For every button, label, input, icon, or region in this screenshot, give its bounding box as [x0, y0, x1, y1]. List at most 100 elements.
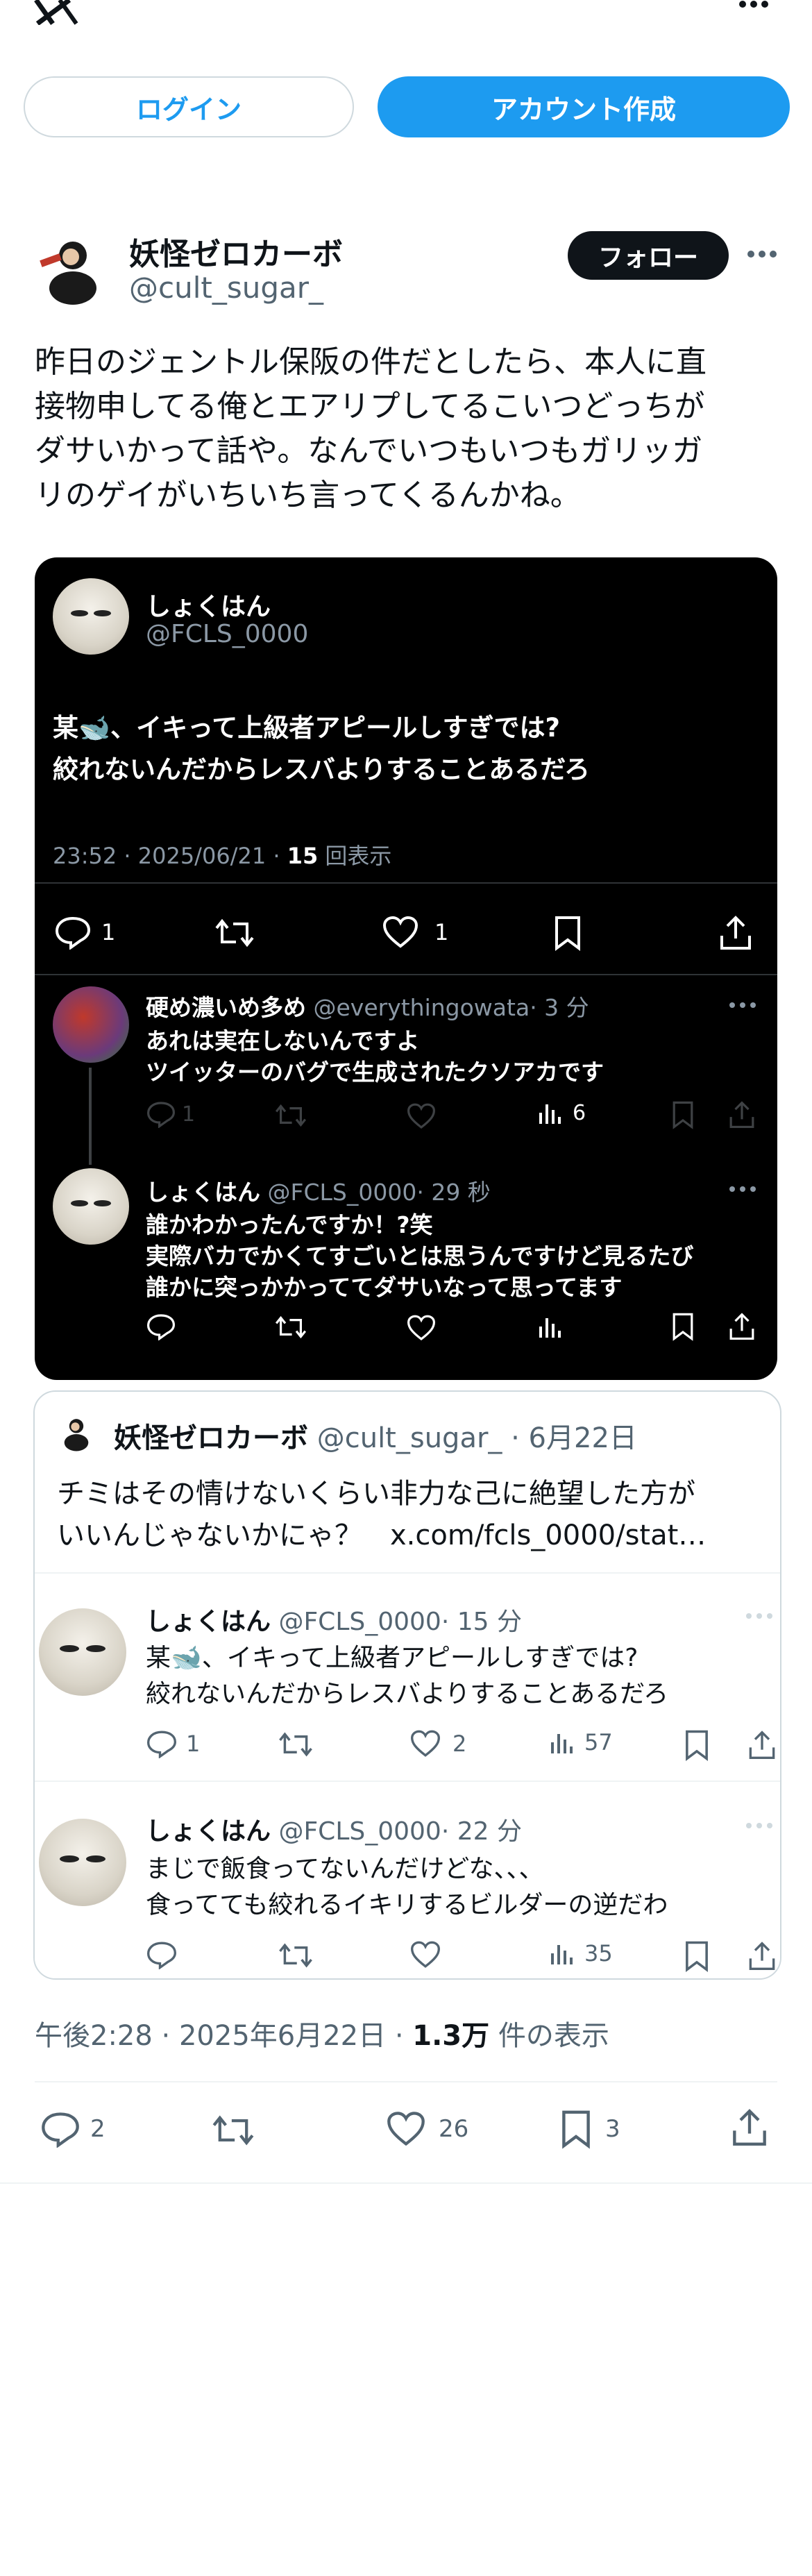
quote-handle: @cult_sugar_ — [316, 1422, 502, 1454]
reply-text-line: あれは実在しないんですよ — [146, 1027, 420, 1054]
more-icon — [745, 1613, 773, 1619]
reply-text-line: 誰かわかったんですか！?笑 — [146, 1211, 433, 1238]
author-handle[interactable]: @cult_sugar_ — [129, 271, 323, 305]
divider — [35, 882, 777, 884]
divider — [35, 974, 777, 975]
login-button[interactable]: ログイン — [24, 76, 354, 137]
views-label: 件の表示 — [489, 2020, 609, 2052]
more-icon — [729, 1186, 756, 1193]
tweet-meta-date: 23:52 · 2025/06/21 · — [53, 843, 287, 869]
heart-icon — [410, 1730, 441, 1757]
like-count: 26 — [439, 2115, 469, 2143]
reply-time: · 3 分 — [530, 994, 589, 1021]
heart-icon — [387, 2112, 425, 2146]
reply-text-line: まじで飯食ってないんだけどな、、、 — [146, 1855, 544, 1883]
author-avatar[interactable] — [35, 229, 111, 305]
bookmark-icon — [672, 1100, 694, 1129]
bookmark-button[interactable]: 3 — [561, 2109, 620, 2149]
reply-action: 1 — [146, 1100, 195, 1128]
reply-name: しょくはん — [146, 1608, 271, 1636]
share-button[interactable] — [731, 2107, 768, 2148]
retweet-icon — [274, 1314, 307, 1340]
views-action: 6 — [538, 1100, 586, 1125]
reply-name: しょくはん — [146, 1817, 271, 1846]
like-action: 1 — [382, 915, 448, 950]
timestamp-text: 午後2:28 · 2025年6月22日 · — [35, 2020, 413, 2052]
reply-icon — [146, 1102, 176, 1128]
reply-count: 2 — [90, 2115, 105, 2143]
more-icon[interactable] — [737, 0, 770, 11]
share-icon — [748, 1729, 776, 1761]
quote-name: 妖怪ゼロカーボ — [114, 1422, 308, 1454]
signup-button[interactable]: アカウント作成 — [378, 76, 790, 137]
reply-count: 1 — [186, 1731, 201, 1757]
like-count: 1 — [434, 919, 449, 945]
reply-text-line: 誰かに突っかかっててダサいなって思ってます — [146, 1274, 623, 1301]
author-name[interactable]: 妖怪ゼロカーボ — [129, 229, 343, 273]
avatar — [57, 1413, 96, 1451]
more-icon — [745, 1822, 773, 1829]
views-icon — [551, 1945, 573, 1964]
tweet-text-line: 絞れないんだからレスバよりすることあるだろ — [53, 755, 591, 784]
follow-button[interactable]: フォロー — [568, 231, 729, 280]
like-action: 2 — [409, 1729, 466, 1758]
retweet-icon — [278, 1731, 314, 1758]
avatar — [53, 986, 129, 1063]
x-logo-icon[interactable] — [32, 0, 81, 25]
reply-button[interactable]: 2 — [40, 2110, 105, 2148]
bookmark-icon — [684, 1940, 709, 1972]
post-timestamp[interactable]: 午後2:28 · 2025年6月22日 · 1.3万 件の表示 — [35, 2013, 609, 2053]
share-icon — [729, 1100, 755, 1129]
reply-handle: @FCLS_0000 — [278, 1817, 441, 1846]
reply-time: · 22 分 — [441, 1817, 522, 1846]
bookmark-icon — [562, 2110, 590, 2149]
views-count: 35 — [584, 1940, 613, 1967]
retweet-icon — [278, 1942, 314, 1969]
heart-icon — [406, 1314, 437, 1342]
reply-action: 1 — [54, 915, 115, 950]
avatar — [39, 1819, 126, 1906]
tweet-meta: 23:52 · 2025/06/21 · 15 回表示 — [53, 839, 391, 870]
views-count: 6 — [573, 1100, 586, 1125]
quote-date: · 6月22日 — [511, 1422, 637, 1454]
reply-time: · 29 秒 — [416, 1179, 491, 1206]
screenshot-image[interactable]: しょくはん @FCLS_0000 某🐋、イキって上級者アピールしすぎでは? 絞れ… — [35, 557, 777, 1380]
like-count: 2 — [452, 1731, 467, 1757]
views-icon — [551, 1734, 573, 1753]
bookmark-icon — [672, 1312, 694, 1341]
post-text-line: 昨日のジェントル保阪の件だとしたら、本人に直 — [35, 344, 707, 380]
quote-text-line: チミはその情けないくらい非力な己に絶望した方が — [57, 1478, 695, 1510]
post-more-icon[interactable] — [745, 249, 779, 260]
tweet-meta-suffix: 回表示 — [318, 843, 392, 869]
views-action: 57 — [550, 1729, 613, 1756]
bookmark-count: 3 — [605, 2115, 620, 2143]
heart-icon — [409, 1940, 441, 1969]
heart-icon — [406, 1102, 437, 1130]
tweet-meta-views: 15 — [287, 843, 319, 869]
views-count: 1.3万 — [412, 2020, 490, 2052]
share-icon — [748, 1940, 776, 1972]
reply-count: 1 — [182, 1102, 196, 1127]
reply-header: しょくはん @FCLS_0000· 15 分 — [146, 1601, 522, 1638]
reply-handle: @everythingowata — [313, 994, 530, 1021]
views-count: 57 — [584, 1729, 613, 1756]
reply-action: 1 — [146, 1729, 200, 1758]
reply-time: · 15 分 — [441, 1608, 522, 1636]
thread-line — [89, 1068, 92, 1165]
like-button[interactable]: 26 — [386, 2110, 468, 2148]
views-icon — [538, 1314, 563, 1339]
divider — [35, 1572, 780, 1574]
reply-icon — [146, 1940, 178, 1969]
avatar — [39, 1608, 126, 1696]
reply-handle: @FCLS_0000 — [267, 1179, 417, 1206]
share-icon — [729, 1312, 755, 1341]
retweet-icon — [274, 1102, 307, 1129]
views-action: 35 — [550, 1940, 613, 1967]
quote-text-line: いいんじゃないかにゃ？ x.com/fcls_0000/stat… — [57, 1519, 707, 1551]
tweet-handle: @FCLS_0000 — [146, 620, 309, 648]
reply-text-line: 食ってても絞れるイキリするビルダーの逆だわ — [146, 1891, 668, 1919]
post-text: 昨日のジェントル保阪の件だとしたら、本人に直 接物申してる俺とエアリプしてるこい… — [35, 340, 784, 518]
quote-card[interactable]: 妖怪ゼロカーボ @cult_sugar_ · 6月22日 チミはその情けないくら… — [33, 1390, 781, 1980]
retweet-button[interactable] — [211, 2113, 255, 2148]
bookmark-icon — [554, 915, 582, 951]
